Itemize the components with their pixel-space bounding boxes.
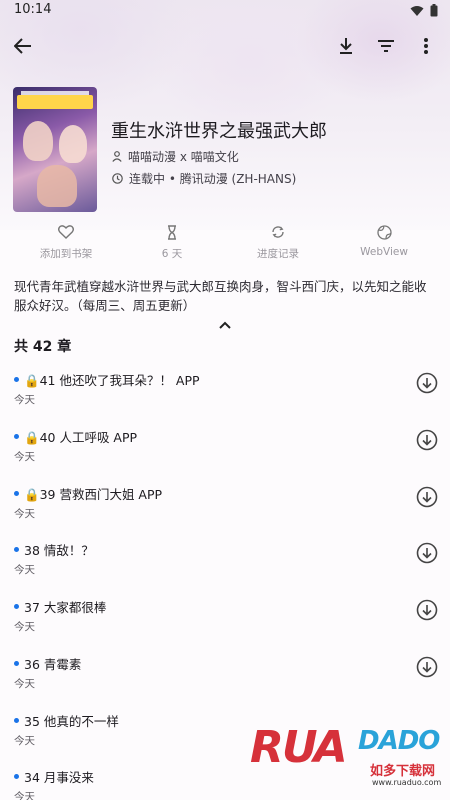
unread-dot — [14, 547, 19, 552]
back-button[interactable] — [11, 34, 35, 58]
unread-dot — [14, 604, 19, 609]
webview-button[interactable]: WebView — [339, 222, 429, 258]
download-chapter-icon[interactable] — [416, 372, 438, 394]
download-chapter-icon[interactable] — [416, 656, 438, 678]
status-row: 连载中 • 腾讯动漫 (ZH-HANS) — [112, 170, 296, 187]
wifi-icon — [410, 5, 424, 16]
status-time: 10:14 — [14, 2, 52, 17]
chapter-count: 共 42 章 — [14, 339, 72, 355]
unread-dot — [14, 377, 19, 382]
chapter-date: 今天 — [14, 564, 35, 576]
chapter-row[interactable]: 38 情敌！？ 今天 — [0, 539, 450, 596]
sync-icon — [272, 226, 284, 238]
status-text: 连载中 • 腾讯动漫 (ZH-HANS) — [129, 172, 297, 186]
globe-icon — [376, 224, 392, 240]
chapter-row[interactable]: 🔒41 他还吹了我耳朵？！ APP 今天 — [0, 369, 450, 426]
chevron-up-icon — [219, 321, 231, 329]
top-toolbar — [0, 28, 450, 64]
chapter-date: 今天 — [14, 508, 35, 520]
action-label: WebView — [360, 246, 408, 258]
chapter-title: 🔒40 人工呼吸 APP — [24, 430, 138, 445]
watermark-logo: RUA DADO 如多下载网 www.ruaduo.com — [250, 718, 450, 800]
download-icon — [340, 38, 352, 54]
chapter-row[interactable]: 36 青霉素 今天 — [0, 653, 450, 710]
download-chapter-icon[interactable] — [416, 599, 438, 621]
chapter-title: 35 他真的不一样 — [24, 714, 119, 729]
watermark-brand-right: DADO — [358, 726, 440, 756]
add-to-library-button[interactable]: 添加到书架 — [21, 222, 111, 261]
chapter-row[interactable]: 🔒39 营救西门大姐 APP 今天 — [0, 483, 450, 540]
tracking-button[interactable]: 进度记录 — [233, 222, 323, 261]
cover-figure — [37, 165, 77, 207]
heart-icon — [58, 225, 74, 239]
author-text: 喵喵动漫 x 喵喵文化 — [128, 150, 239, 164]
more-vert-icon — [424, 38, 428, 54]
chapter-title: 34 月事没来 — [24, 770, 94, 785]
status-icons — [410, 4, 438, 17]
unread-dot — [14, 491, 19, 496]
action-label: 6 天 — [161, 248, 183, 260]
cover-figure — [23, 121, 53, 161]
chapter-title: 🔒39 营救西门大姐 APP — [24, 487, 163, 502]
download-button[interactable] — [334, 34, 358, 58]
more-button[interactable] — [414, 34, 438, 58]
cover-title-logo — [17, 95, 93, 109]
action-row: 添加到书架 6 天 进度记录 WebView — [0, 222, 450, 266]
chapter-date: 今天 — [14, 621, 35, 633]
battery-icon — [430, 4, 438, 17]
download-chapter-icon[interactable] — [416, 429, 438, 451]
download-chapter-icon[interactable] — [416, 486, 438, 508]
person-icon — [112, 151, 122, 162]
chapter-date: 今天 — [14, 451, 35, 463]
chapter-row[interactable]: 🔒40 人工呼吸 APP 今天 — [0, 426, 450, 483]
download-chapter-icon[interactable] — [416, 542, 438, 564]
manga-title: 重生水浒世界之最强武大郎 — [111, 121, 327, 142]
status-bar: 10:14 — [0, 0, 450, 22]
filter-icon — [378, 40, 394, 52]
hourglass-icon — [168, 224, 176, 240]
cover-figure — [59, 125, 87, 163]
watermark-brand-left: RUA — [250, 722, 348, 773]
chapter-row[interactable]: 37 大家都很棒 今天 — [0, 596, 450, 653]
chapter-title: 38 情敌！？ — [24, 543, 94, 558]
collapse-description-button[interactable] — [217, 317, 233, 331]
cover-image[interactable] — [13, 87, 97, 212]
description[interactable]: 现代青年武植穿越水浒世界与武大郎互换肉身，智斗西门庆，以先知之能收服众好汉。（每… — [14, 277, 438, 315]
chapter-date: 今天 — [14, 735, 35, 747]
chapter-date: 今天 — [14, 678, 35, 690]
chapter-date: 今天 — [14, 791, 35, 800]
author-row: 喵喵动漫 x 喵喵文化 — [112, 148, 239, 165]
unread-dot — [14, 661, 19, 666]
watermark-url: www.ruaduo.com — [372, 778, 442, 787]
watermark-cn-text: 如多下载网 — [370, 764, 436, 779]
unread-dot — [14, 434, 19, 439]
chapter-title: 37 大家都很棒 — [24, 600, 107, 615]
chapter-title: 🔒41 他还吹了我耳朵？！ APP — [24, 373, 200, 388]
arrow-back-icon — [14, 38, 31, 54]
update-interval-button[interactable]: 6 天 — [127, 222, 217, 261]
chapter-title: 36 青霉素 — [24, 657, 82, 672]
action-label: 进度记录 — [257, 248, 299, 260]
unread-dot — [14, 718, 19, 723]
clock-icon — [112, 173, 123, 184]
unread-dot — [14, 774, 19, 779]
action-label: 添加到书架 — [39, 248, 93, 260]
filter-button[interactable] — [374, 34, 398, 58]
chapter-date: 今天 — [14, 394, 35, 406]
